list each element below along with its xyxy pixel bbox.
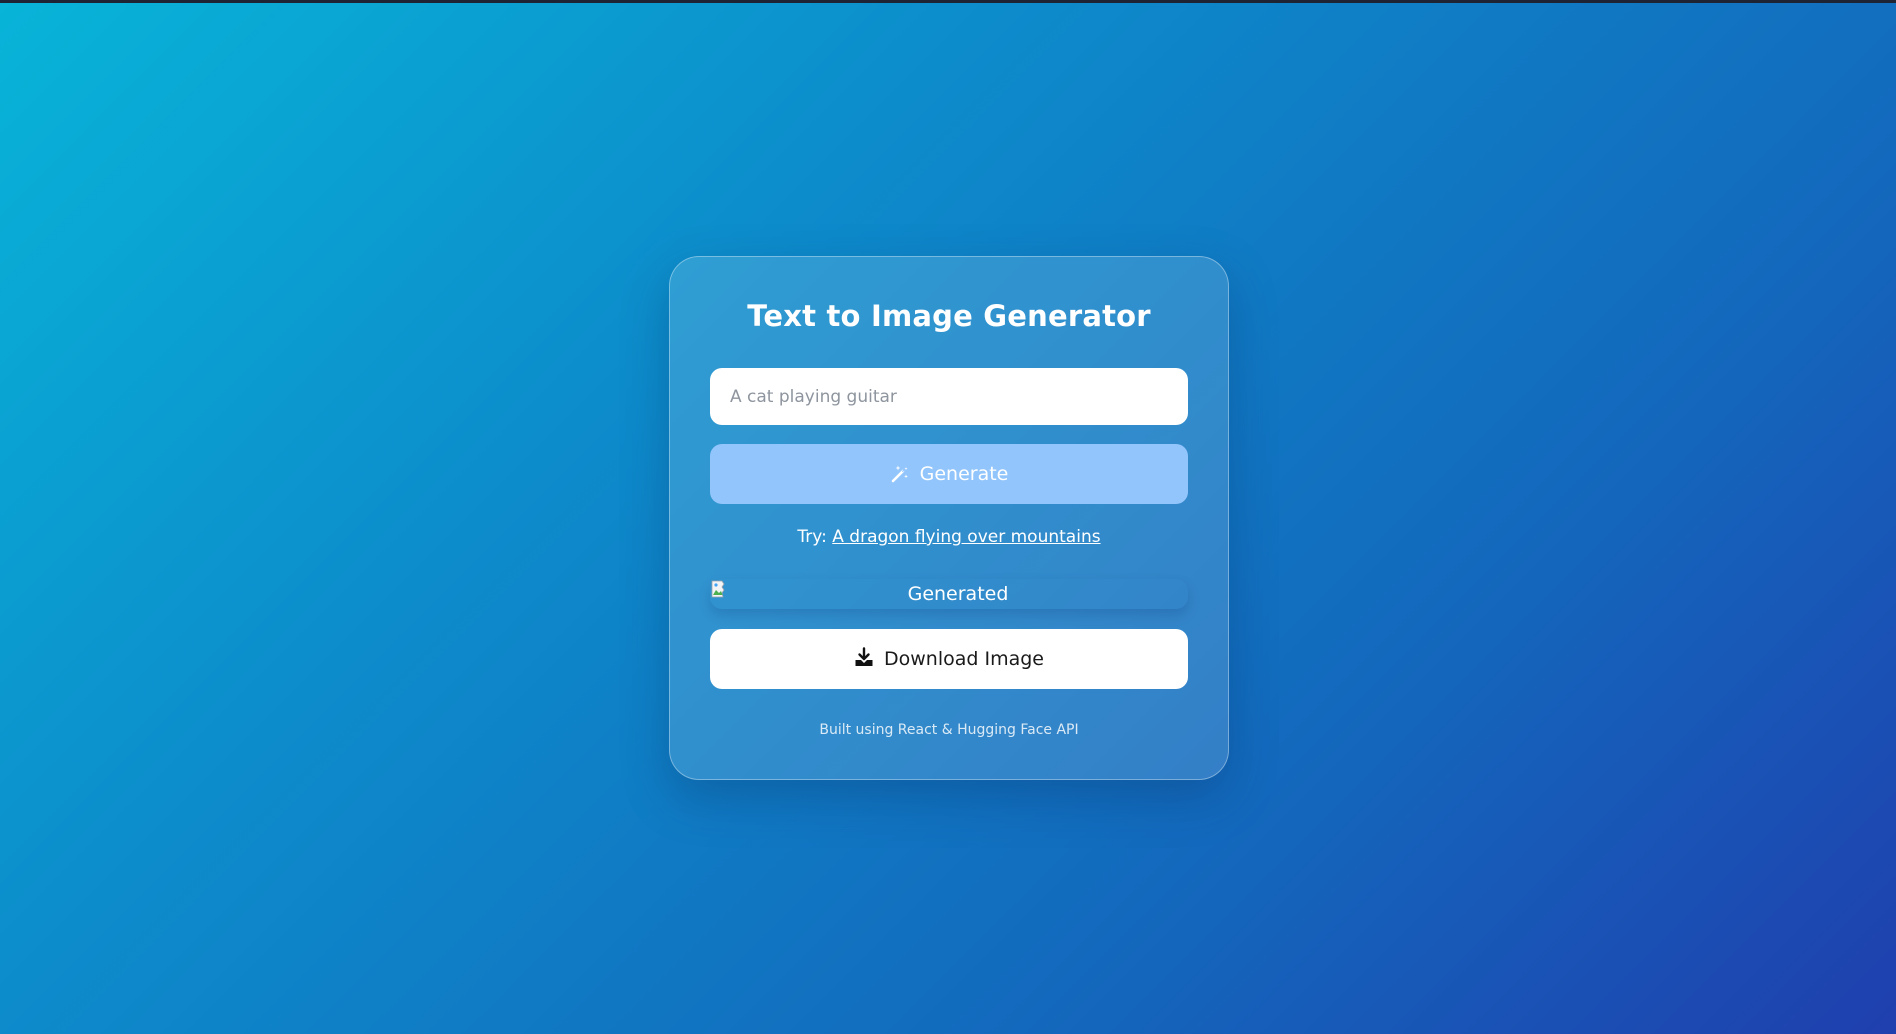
- generator-card: Text to Image Generator Generate Try: A …: [669, 256, 1229, 780]
- generated-image-alt: Generated: [907, 583, 1009, 605]
- generate-button[interactable]: Generate: [710, 444, 1188, 504]
- download-label: Download Image: [884, 648, 1044, 670]
- suggestion-link[interactable]: A dragon flying over mountains: [832, 527, 1100, 547]
- suggestion-line: Try: A dragon flying over mountains: [670, 527, 1228, 547]
- prompt-input[interactable]: [710, 368, 1188, 425]
- suggestion-prefix: Try:: [797, 527, 827, 547]
- download-button[interactable]: Download Image: [710, 629, 1188, 689]
- generated-image: Generated: [710, 579, 1188, 609]
- window-top-strip: [0, 0, 1896, 3]
- page-title: Text to Image Generator: [747, 299, 1151, 333]
- magic-wand-icon: [890, 464, 910, 484]
- footer-credit: Built using React & Hugging Face API: [819, 722, 1079, 738]
- generate-label: Generate: [919, 463, 1009, 485]
- download-icon: [854, 646, 874, 672]
